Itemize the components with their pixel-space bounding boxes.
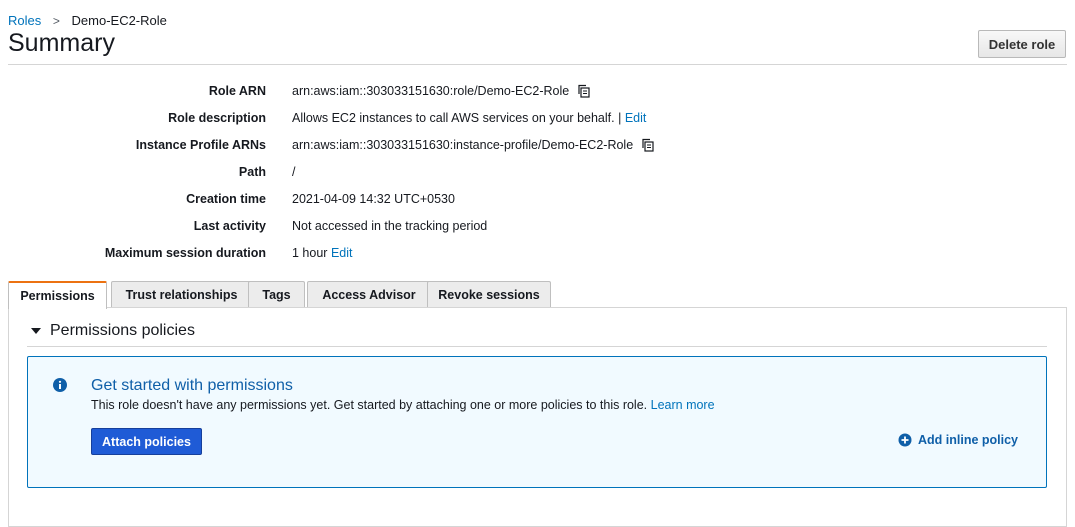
section-divider — [27, 346, 1047, 347]
summary-row-instance-profile: Instance Profile ARNs arn:aws:iam::30303… — [0, 138, 1075, 158]
summary-row-role-arn: Role ARN arn:aws:iam::303033151630:role/… — [0, 84, 1075, 104]
summary-label: Instance Profile ARNs — [135, 138, 266, 152]
summary-label: Creation time — [186, 192, 266, 206]
role-description-value: Allows EC2 instances to call AWS service… — [292, 111, 622, 125]
summary-value: arn:aws:iam::303033151630:instance-profi… — [292, 138, 655, 155]
tab-access-advisor[interactable]: Access Advisor — [307, 281, 431, 308]
max-session-value: 1 hour — [292, 246, 328, 260]
summary-value: Allows EC2 instances to call AWS service… — [292, 111, 646, 125]
summary-row-last-activity: Last activity Not accessed in the tracki… — [0, 219, 1075, 239]
attach-policies-button[interactable]: Attach policies — [91, 428, 202, 455]
info-message: This role doesn't have any permissions y… — [91, 398, 648, 412]
summary-label: Role ARN — [208, 84, 266, 98]
edit-session-duration-link[interactable]: Edit — [331, 246, 353, 260]
add-inline-policy-link[interactable]: Add inline policy — [898, 433, 1018, 447]
last-activity-value: Not accessed in the tracking period — [292, 219, 488, 233]
permissions-policies-toggle[interactable]: Permissions policies — [27, 322, 195, 340]
section-title: Permissions policies — [50, 322, 195, 339]
tab-trust-relationships[interactable]: Trust relationships — [111, 281, 252, 308]
breadcrumb-separator-icon: > — [52, 14, 60, 28]
copy-icon[interactable] — [641, 138, 655, 155]
tab-revoke-sessions[interactable]: Revoke sessions — [427, 281, 551, 308]
tab-tags[interactable]: Tags — [248, 281, 305, 308]
caret-down-icon — [31, 328, 41, 334]
breadcrumb-current: Demo-EC2-Role — [71, 13, 167, 28]
summary-label: Maximum session duration — [104, 246, 266, 260]
learn-more-link[interactable]: Learn more — [651, 398, 715, 412]
edit-description-link[interactable]: Edit — [625, 111, 647, 125]
summary-row-role-description: Role description Allows EC2 instances to… — [0, 111, 1075, 131]
breadcrumb: Roles > Demo-EC2-Role — [8, 13, 167, 28]
summary-row-max-session: Maximum session duration 1 hour Edit — [0, 246, 1075, 266]
title-divider — [8, 64, 1067, 65]
summary-label: Role description — [168, 111, 266, 125]
creation-time-value: 2021-04-09 14:32 UTC+0530 — [292, 192, 455, 206]
delete-role-button[interactable]: Delete role — [978, 30, 1066, 58]
path-value: / — [292, 165, 296, 179]
page-title: Summary — [8, 29, 115, 57]
info-title: Get started with permissions — [91, 377, 293, 394]
summary-row-creation-time: Creation time 2021-04-09 14:32 UTC+0530 — [0, 192, 1075, 212]
get-started-info-box: Get started with permissions This role d… — [27, 356, 1047, 488]
copy-icon[interactable] — [577, 84, 591, 101]
info-text: This role doesn't have any permissions y… — [91, 398, 715, 412]
summary-value: arn:aws:iam::303033151630:role/Demo-EC2-… — [292, 84, 591, 101]
summary-label: Last activity — [193, 219, 266, 233]
add-inline-policy-label: Add inline policy — [918, 433, 1019, 447]
info-icon — [52, 377, 68, 398]
breadcrumb-roles-link[interactable]: Roles — [8, 13, 41, 28]
role-arn-value: arn:aws:iam::303033151630:role/Demo-EC2-… — [292, 84, 570, 98]
plus-circle-icon — [898, 433, 912, 447]
instance-profile-value: arn:aws:iam::303033151630:instance-profi… — [292, 138, 634, 152]
summary-row-path: Path / — [0, 165, 1075, 185]
summary-value: 1 hour Edit — [292, 246, 352, 260]
summary-label: Path — [238, 165, 266, 179]
tab-permissions[interactable]: Permissions — [8, 281, 107, 309]
